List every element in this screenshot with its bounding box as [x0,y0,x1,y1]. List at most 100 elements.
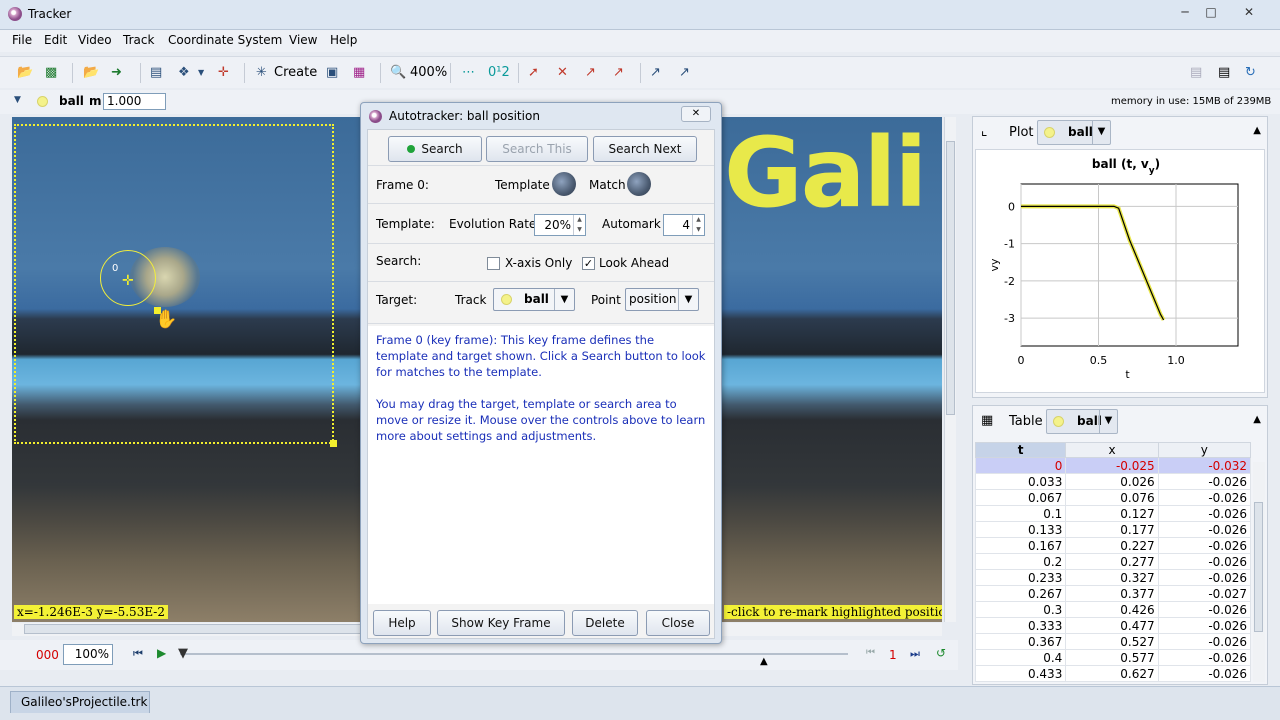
open-file-icon[interactable]: 📂 [17,65,33,81]
rewind-icon[interactable]: ⏮ [133,647,143,661]
open-library-icon[interactable]: 📂 [83,65,99,81]
create-track-icon[interactable]: ✳ [256,65,267,81]
column-header-t[interactable]: t [974,442,1067,458]
video-vertical-scrollbar[interactable] [944,117,956,622]
table-row[interactable]: 0.4 0.577 -0.026 [974,649,1252,666]
chevron-down-icon[interactable]: ▼ [1099,410,1117,433]
vector-stretch-icon[interactable]: ↗ [650,65,661,81]
end-marker-icon[interactable]: ▲ [760,656,768,667]
slider-knob-icon[interactable]: ▼ [178,646,188,661]
table-row[interactable]: 0.367 0.527 -0.026 [974,633,1252,650]
menu-view[interactable]: View [289,33,317,47]
chevron-down-icon[interactable]: ▼ [1092,121,1110,144]
zoom-icon[interactable]: 🔍 [390,65,406,81]
mass-input[interactable]: 1.000 [103,93,166,110]
table-row[interactable]: 0.2 0.277 -0.026 [974,553,1252,570]
clip-settings-icon[interactable]: ▤ [150,65,162,81]
file-tab[interactable]: Galileo'sProjectile.trk [10,691,150,713]
spinner-arrows-icon[interactable]: ▲ ▼ [573,215,585,235]
data-table[interactable]: t x y 0 -0.025 -0.032 0.033 0.026 -0.026 0.067… [974,442,1252,682]
save-icon[interactable]: ▩ [45,65,57,81]
step-forward-icon[interactable]: ⏭ [910,647,920,661]
table-row[interactable]: 0.067 0.076 -0.026 [974,489,1252,506]
look-ahead-checkbox[interactable]: ✓ [582,257,595,270]
step-back-icon[interactable]: ⏮ [866,647,875,658]
close-button[interactable]: Close [646,610,710,636]
video-vscroll-thumb[interactable] [946,141,955,415]
table-scrollbar[interactable] [1253,462,1265,682]
table-row[interactable]: 0 -0.025 -0.032 [974,457,1252,474]
velocity-icon[interactable]: ↗ [585,65,596,81]
minimize-button[interactable]: ─ [1174,4,1196,22]
evolution-rate-spinner[interactable]: 20% ▲ ▼ [534,214,586,236]
table-row[interactable]: 0.1 0.127 -0.026 [974,505,1252,522]
menu-coordinate-system[interactable]: Coordinate System [168,33,282,47]
step-size[interactable]: 1 [889,648,897,662]
menu-edit[interactable]: Edit [44,33,67,47]
track-control-icon[interactable]: ▣ [326,65,338,81]
plot-area[interactable]: ball (t, vy) 0 0.5 1.0 0 -1 -2 -3 t vy [975,149,1265,393]
automark-spinner[interactable]: 4 ▲ ▼ [663,214,705,236]
table-scroll-thumb[interactable] [1254,502,1263,632]
column-header-y[interactable]: y [1157,442,1252,458]
table-row[interactable]: 0.233 0.327 -0.026 [974,569,1252,586]
create-button[interactable]: Create [274,65,317,81]
xaxis-only-checkbox[interactable] [487,257,500,270]
plot-track-selector[interactable]: ball ▼ [1037,120,1111,145]
search-area-handle[interactable] [330,440,337,447]
maximize-button[interactable]: □ [1200,4,1222,22]
playback-rate-input[interactable]: 100% [63,644,113,665]
chevron-down-icon[interactable]: ▼ [678,289,698,310]
play-icon[interactable]: ▶ [157,646,166,660]
spinner-arrows-icon[interactable]: ▲ ▼ [692,215,704,235]
clipboard-icon[interactable]: ▤ [1218,65,1230,81]
point-combo[interactable]: position ▼ [625,288,699,311]
column-header-x[interactable]: x [1065,442,1159,458]
menu-video[interactable]: Video [78,33,112,47]
table-row[interactable]: 0.433 0.627 -0.026 [974,665,1252,682]
table-row[interactable]: 0.167 0.227 -0.026 [974,537,1252,554]
search-this-button[interactable]: Search This [486,136,588,162]
autotracker-icon[interactable]: ▦ [353,65,365,81]
table-track-selector[interactable]: ball ▼ [1046,409,1118,434]
table-row[interactable]: 0.133 0.177 -0.026 [974,521,1252,538]
notes-icon[interactable]: ▤ [1190,65,1202,81]
center-of-mass-icon[interactable]: ↗ [679,65,690,81]
menu-help[interactable]: Help [330,33,357,47]
axes-icon[interactable]: ✛ [218,65,229,81]
help-button[interactable]: Help [373,610,431,636]
table-row[interactable]: 0.3 0.426 -0.026 [974,601,1252,618]
export-icon[interactable]: ➜ [111,65,122,81]
close-window-button[interactable]: ✕ [1238,4,1260,22]
target-crosshair-icon[interactable]: ✛ [122,273,134,289]
calibration-dropdown-icon[interactable]: ▼ [198,65,204,81]
dialog-close-icon[interactable]: ✕ [681,106,711,122]
table-row[interactable]: 0.033 0.026 -0.026 [974,473,1252,490]
table-row[interactable]: 0.267 0.377 -0.027 [974,585,1252,602]
vy-plot: ball (t, vy) 0 0.5 1.0 0 -1 -2 -3 t vy [988,157,1239,381]
trails-icon[interactable]: ⋯ [462,65,475,81]
chevron-down-icon[interactable]: ▼ [554,289,574,310]
menu-file[interactable]: File [12,33,32,47]
frame-slider[interactable] [180,653,848,655]
track-combo[interactable]: ball ▼ [493,288,575,311]
collapse-icon[interactable]: ▲ [1253,414,1261,425]
table-row[interactable]: 0.333 0.477 -0.026 [974,617,1252,634]
acceleration-icon[interactable]: ↗ [613,65,624,81]
path-icon[interactable]: ➚ [528,65,539,81]
video-hscroll-thumb[interactable] [24,624,376,634]
collapse-icon[interactable]: ▲ [1253,125,1261,136]
zoom-level[interactable]: 400% [410,65,447,81]
track-name[interactable]: ball [59,94,84,108]
search-next-button[interactable]: Search Next [593,136,697,162]
position-icon[interactable]: ✕ [557,65,568,81]
loop-icon[interactable]: ↺ [936,646,946,660]
track-dropdown-icon[interactable]: ▼ [14,95,21,105]
delete-button[interactable]: Delete [572,610,638,636]
labels-icon[interactable]: 0¹2 [488,65,510,81]
show-key-frame-button[interactable]: Show Key Frame [437,610,565,636]
menu-track[interactable]: Track [123,33,154,47]
search-button[interactable]: Search [388,136,482,162]
refresh-icon[interactable]: ↻ [1245,65,1256,81]
calibration-tools-icon[interactable]: ❖ [178,65,190,81]
